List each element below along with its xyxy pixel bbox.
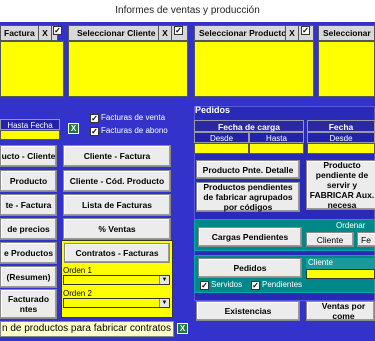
lista-precios-button[interactable]: de precios <box>0 218 57 240</box>
more-list[interactable] <box>318 41 375 97</box>
lista-facturas-button[interactable]: Lista de Facturas <box>63 194 171 216</box>
orden2-combo[interactable]: ▼ <box>63 298 170 308</box>
pedidos-title: Pedidos <box>195 105 231 115</box>
fecha-propuesta-header: Fecha propuesta <box>307 120 375 144</box>
pendientes-checkbox[interactable]: ✓ <box>251 281 260 290</box>
cliente-factura-left-button[interactable]: te - Factura <box>0 194 57 216</box>
chevron-down-icon[interactable]: ▼ <box>159 299 169 307</box>
chevron-down-icon[interactable]: ▼ <box>159 276 169 284</box>
window-title: Informes de ventas y producción <box>0 0 375 22</box>
orden2-label: Orden 2 <box>63 289 92 298</box>
factura-checkbox[interactable]: ✓ <box>53 26 62 35</box>
facturas-venta-label: Facturas de venta <box>101 113 166 122</box>
orden1-label: Orden 1 <box>63 266 92 275</box>
cliente-clear-button[interactable]: X <box>158 25 172 41</box>
cargas-pendientes-button[interactable]: Cargas Pendientes <box>198 227 302 247</box>
productos-button[interactable]: e Productos <box>0 242 57 264</box>
ordenar-cliente-button[interactable]: Cliente <box>306 232 354 247</box>
cliente-checkbox[interactable]: ✓ <box>174 26 183 35</box>
more-label: Seleccionar <box>323 28 371 38</box>
fecha-propuesta-desde-input[interactable] <box>307 143 375 154</box>
cliente-list[interactable] <box>68 41 188 97</box>
facturas-abono-label: Facturas de abono <box>101 126 168 135</box>
pedidos-cliente-combo[interactable] <box>306 269 375 279</box>
producto-cliente-button[interactable]: ucto - Cliente <box>0 145 57 167</box>
fecha-carga-header: Fecha de carga <box>194 120 304 132</box>
pct-ventas-button[interactable]: % Ventas <box>63 218 171 240</box>
fecha-carga-desde-label: Desde <box>194 132 249 143</box>
cliente-cod-producto-button[interactable]: Cliente - Cód. Producto <box>63 170 171 192</box>
servidos-checkbox[interactable]: ✓ <box>200 281 209 290</box>
pedidos-button[interactable]: Pedidos <box>198 258 302 278</box>
factura-clear-button[interactable]: X <box>38 25 52 41</box>
fecha-carga-hasta-label: Hasta <box>249 132 304 143</box>
servidos-label: Servidos <box>211 280 243 289</box>
facturado-button[interactable]: Facturado ntes <box>0 289 57 319</box>
fabricar-contratos-field[interactable]: n de productos para fabricar contratos <box>0 321 174 337</box>
producto-pendiente-servir-button[interactable]: Producto pendiente de servir y FABRICAR … <box>306 160 375 210</box>
fecha-propuesta-desde-label: Desde <box>307 132 375 143</box>
factura-label: Factura <box>4 28 35 38</box>
ordenar-fecha-button[interactable]: Fe <box>357 232 375 247</box>
producto-clear-button[interactable]: X <box>285 25 299 41</box>
orden1-combo[interactable]: ▼ <box>63 275 170 285</box>
producto-pnte-detalle-button[interactable]: Producto Pnte. Detalle <box>196 160 300 179</box>
hasta-fecha-input[interactable] <box>0 130 60 140</box>
hasta-fecha-header: Hasta Fecha <box>0 119 60 130</box>
producto-button[interactable]: Producto <box>0 170 57 192</box>
excel-export-icon[interactable]: X <box>68 123 79 134</box>
report-form: Factura X ✓ Seleccionar Cliente X ✓ Sele… <box>0 22 375 341</box>
producto-label: Seleccionar Producto <box>199 28 287 38</box>
productos-pendientes-fabricar-button[interactable]: Productos pendientes de fabricar agrupad… <box>196 182 300 212</box>
facturas-venta-checkbox[interactable]: ✓ <box>90 114 99 123</box>
more-header: Seleccionar <box>318 25 375 41</box>
cliente-label: Seleccionar Cliente <box>77 28 156 38</box>
fecha-carga-hasta-input[interactable] <box>249 143 304 154</box>
excel-export-contratos-icon[interactable]: X <box>177 323 188 334</box>
ventas-por-comercial-button[interactable]: Ventas por come <box>306 301 375 321</box>
contratos-facturas-button[interactable]: Contratos - Facturas <box>64 243 170 263</box>
cliente-factura-button[interactable]: Cliente - Factura <box>63 145 171 167</box>
producto-list[interactable] <box>194 41 314 97</box>
fecha-carga-desde-input[interactable] <box>194 143 249 154</box>
pedidos-cliente-label: Cliente <box>306 258 375 269</box>
facturado-line1: Facturado <box>7 294 50 304</box>
factura-list[interactable] <box>0 41 64 97</box>
facturas-abono-checkbox[interactable]: ✓ <box>90 127 99 136</box>
pendientes-label: Pendientes <box>262 280 303 289</box>
resumen-button[interactable]: (Resumen) <box>0 266 57 288</box>
producto-checkbox[interactable]: ✓ <box>301 26 310 35</box>
existencias-button[interactable]: Existencias <box>196 301 300 321</box>
facturado-line2: ntes <box>19 304 38 314</box>
